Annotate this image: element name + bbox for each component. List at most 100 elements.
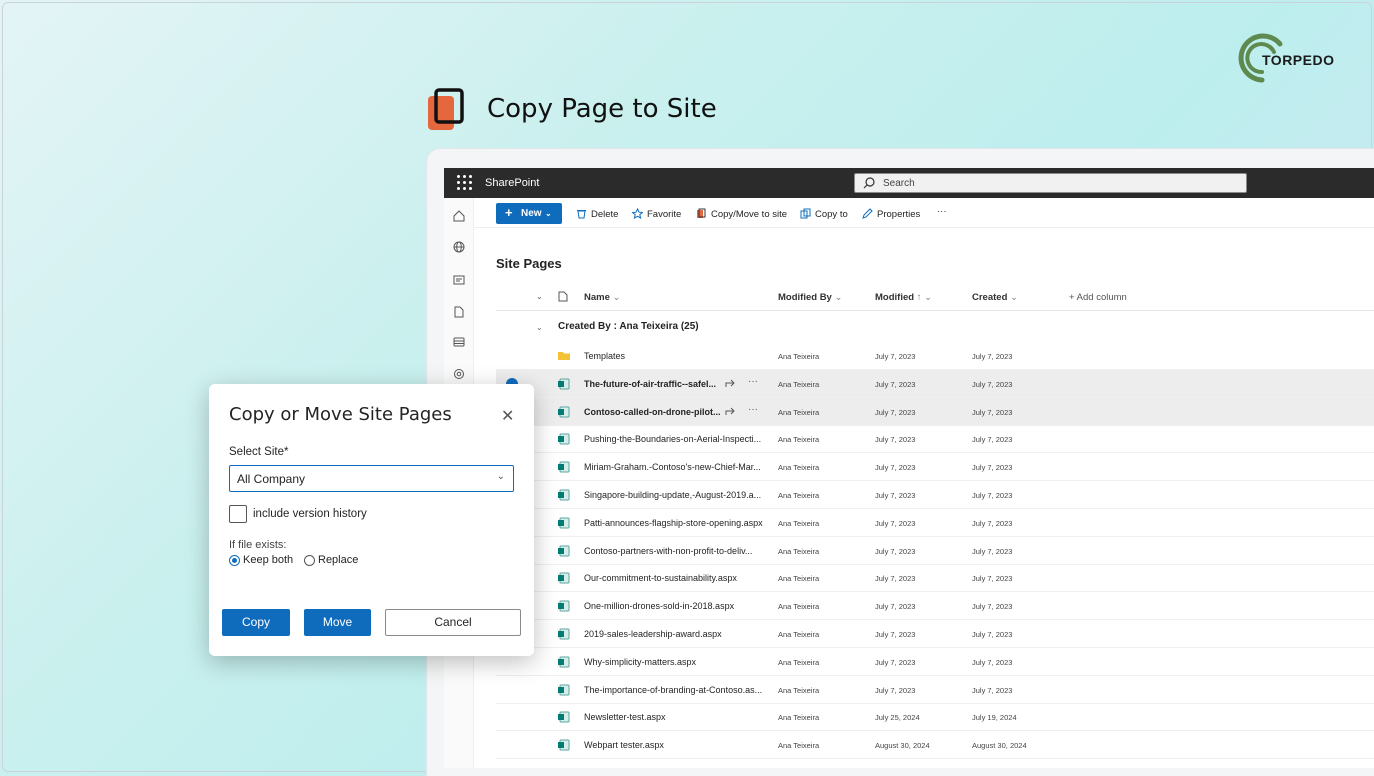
suite-bar: SharePoint Search xyxy=(444,168,1374,198)
modified-by: Ana Teixeira xyxy=(778,379,820,389)
table-row[interactable]: Miriam-Graham.-Contoso's-new-Chief-Mar..… xyxy=(496,453,1374,482)
site-page-icon xyxy=(558,656,570,668)
modified-date: July 7, 2023 xyxy=(875,630,916,639)
modified-date: July 7, 2023 xyxy=(875,574,916,584)
move-button[interactable]: Move xyxy=(304,609,371,636)
table-row[interactable]: Contoso-partners-with-non-profit-to-deli… xyxy=(496,537,1374,565)
favorite-label: Favorite xyxy=(647,209,682,220)
column-modified-by[interactable]: Modified By ⌄ xyxy=(778,292,842,303)
file-name[interactable]: Newsletter-test.aspx xyxy=(584,712,666,722)
file-name[interactable]: Contoso-called-on-drone-pilot... xyxy=(584,407,721,417)
replace-radio[interactable] xyxy=(304,555,315,566)
file-name[interactable]: Our-commitment-to-sustainability.aspx xyxy=(584,573,737,583)
modified-by: Ana Teixeira xyxy=(778,463,820,473)
more-commands-button[interactable]: ··· xyxy=(937,206,947,217)
file-name[interactable]: The-importance-of-branding-at-Contoso.as… xyxy=(584,685,762,695)
copy-to-label: Copy to xyxy=(815,209,848,220)
row-more-button[interactable]: ··· xyxy=(748,376,758,387)
favorite-command[interactable]: Favorite xyxy=(632,208,681,220)
row-more-button[interactable]: ··· xyxy=(748,404,758,415)
home-icon[interactable] xyxy=(453,210,465,222)
copy-to-command[interactable]: Copy to xyxy=(800,208,848,220)
site-page-icon xyxy=(558,378,570,390)
modified-by: Ana Teixeira xyxy=(778,407,820,417)
add-column-button[interactable]: + Add column xyxy=(1069,292,1127,303)
modified-by: Ana Teixeira xyxy=(778,602,820,612)
table-row[interactable]: 2019-sales-leadership-award.aspx Ana Teix… xyxy=(496,620,1374,648)
select-site-label: Select Site* xyxy=(229,446,289,458)
file-name[interactable]: Webpart tester.aspx xyxy=(584,740,664,750)
properties-command[interactable]: Properties xyxy=(862,208,920,220)
site-page-icon xyxy=(558,545,570,557)
copy-button[interactable]: Copy xyxy=(222,609,290,636)
table-row[interactable]: The-importance-of-branding-at-Contoso.as… xyxy=(496,676,1374,704)
table-row[interactable]: Pushing-the-Boundaries-on-Aerial-Inspect… xyxy=(496,425,1374,454)
created-date: July 7, 2023 xyxy=(972,463,1013,473)
file-name[interactable]: Templates xyxy=(584,351,625,361)
column-created[interactable]: Created ⌄ xyxy=(972,292,1018,303)
file-icon[interactable] xyxy=(453,306,465,318)
modified-by: Ana Teixeira xyxy=(778,435,820,445)
table-row[interactable]: Webpart tester.aspx Ana Teixeira August 30… xyxy=(496,731,1374,760)
cancel-button[interactable]: Cancel xyxy=(385,609,521,636)
file-name[interactable]: Patti-announces-flagship-store-opening.a… xyxy=(584,518,763,528)
file-name[interactable]: Pushing-the-Boundaries-on-Aerial-Inspect… xyxy=(584,434,761,444)
app-launcher-icon[interactable] xyxy=(457,175,473,191)
table-row[interactable]: Newsletter-test.aspx Ana Teixeira July 25,… xyxy=(496,703,1374,732)
column-modified[interactable]: Modified ↑ ⌄ xyxy=(875,292,932,303)
table-row[interactable]: Patti-announces-flagship-store-opening.a… xyxy=(496,509,1374,537)
select-site-value: All Company xyxy=(237,472,306,486)
close-icon[interactable]: ✕ xyxy=(501,406,514,426)
pencil-icon xyxy=(862,208,873,219)
table-row[interactable]: Singapore-building-update,-August-2019.a… xyxy=(496,481,1374,509)
modified-date: July 7, 2023 xyxy=(875,379,916,389)
share-icon[interactable] xyxy=(725,406,736,417)
file-name[interactable]: Contoso-partners-with-non-profit-to-deli… xyxy=(584,546,752,556)
group-collapse-chevron-icon[interactable]: ⌄ xyxy=(536,323,543,332)
column-created-label: Created xyxy=(972,292,1008,303)
new-button[interactable]: + New ⌄ xyxy=(496,203,562,224)
version-history-label: include version history xyxy=(253,508,367,520)
news-icon[interactable] xyxy=(453,274,465,286)
table-row[interactable]: Why-simplicity-matters.aspx Ana Teixeira J… xyxy=(496,648,1374,676)
select-site-dropdown[interactable]: All Company ⌄ xyxy=(229,465,514,492)
site-page-icon xyxy=(558,628,570,640)
file-name[interactable]: The-future-of-air-traffic--safel... xyxy=(584,379,716,389)
file-name[interactable]: Miriam-Graham.-Contoso's-new-Chief-Mar..… xyxy=(584,462,761,472)
dialog-title: Copy or Move Site Pages xyxy=(229,404,452,425)
file-name[interactable]: 2019-sales-leadership-award.aspx xyxy=(584,629,722,639)
globe-icon[interactable] xyxy=(453,241,465,253)
new-button-label: New xyxy=(521,208,542,219)
replace-label: Replace xyxy=(318,554,359,566)
modified-date: July 7, 2023 xyxy=(875,602,916,612)
keep-both-radio[interactable] xyxy=(229,555,240,566)
table-row[interactable]: Contoso-called-on-drone-pilot... ··· Ana T… xyxy=(496,397,1374,426)
created-date: July 7, 2023 xyxy=(972,379,1013,389)
list-icon[interactable] xyxy=(453,336,465,348)
column-name-label: Name xyxy=(584,292,610,303)
file-name[interactable]: Why-simplicity-matters.aspx xyxy=(584,657,696,667)
table-row[interactable]: The-future-of-air-traffic--safel... ··· An… xyxy=(496,369,1374,398)
link-icon[interactable] xyxy=(453,368,465,380)
table-row[interactable]: One-million-drones-sold-in-2018.aspx Ana … xyxy=(496,592,1374,621)
modified-by: Ana Teixeira xyxy=(778,546,820,556)
column-name[interactable]: Name ⌄ xyxy=(584,292,620,303)
file-name[interactable]: Singapore-building-update,-August-2019.a… xyxy=(584,490,761,500)
copy-move-command[interactable]: Copy/Move to site xyxy=(696,208,787,220)
delete-command[interactable]: Delete xyxy=(576,208,618,220)
page-headline: Copy Page to Site xyxy=(487,94,717,124)
star-icon xyxy=(632,208,643,219)
app-name[interactable]: SharePoint xyxy=(485,177,539,189)
column-modified-by-label: Modified By xyxy=(778,292,832,303)
file-name[interactable]: One-million-drones-sold-in-2018.aspx xyxy=(584,601,734,611)
modified-by: Ana Teixeira xyxy=(778,518,820,528)
version-history-checkbox[interactable] xyxy=(229,505,247,523)
created-date: July 7, 2023 xyxy=(972,630,1013,639)
search-box[interactable]: Search xyxy=(854,173,1247,193)
created-date: July 19, 2024 xyxy=(972,713,1017,723)
table-row[interactable]: Our-commitment-to-sustainability.aspx Ana… xyxy=(496,564,1374,593)
select-all-chevron-icon[interactable]: ⌄ xyxy=(536,292,543,301)
share-icon[interactable] xyxy=(725,378,736,389)
table-row[interactable]: Templates Ana Teixeira July 7, 2023 July 7,… xyxy=(496,342,1374,370)
group-header: Created By : Ana Teixeira (25) xyxy=(558,321,699,332)
